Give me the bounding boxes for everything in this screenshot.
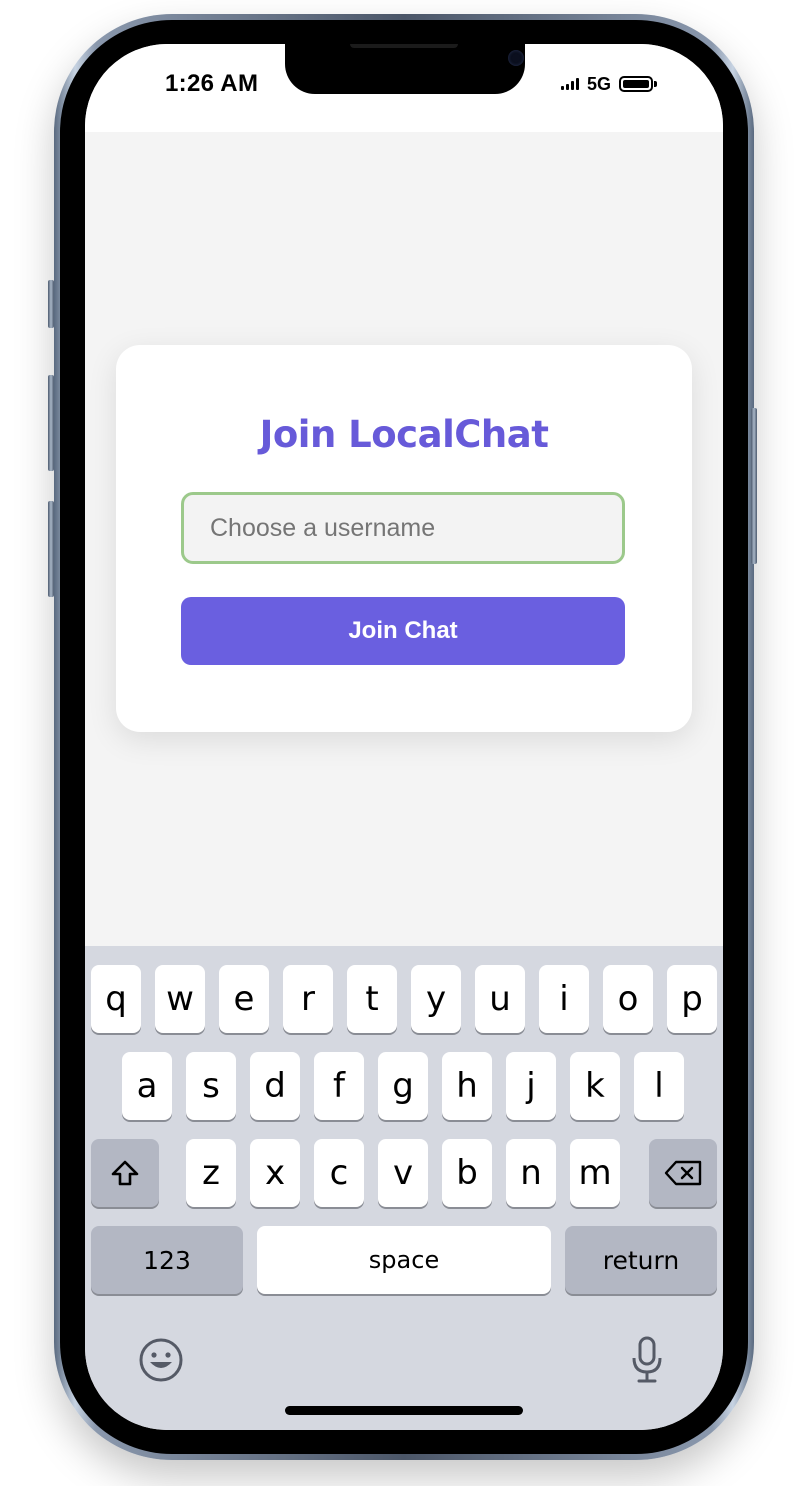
status-bar: 1:26 AM 5G — [85, 44, 723, 132]
space-key[interactable]: space — [257, 1226, 551, 1294]
battery-icon — [619, 76, 654, 92]
power-button — [751, 408, 757, 564]
volume-up-button — [48, 375, 54, 471]
key-n[interactable]: n — [506, 1139, 556, 1207]
on-screen-keyboard: q w e r t y u i o p a s d f g h j k l z … — [85, 946, 723, 1430]
return-key[interactable]: return — [565, 1226, 717, 1294]
earpiece-speaker — [350, 44, 458, 48]
key-p[interactable]: p — [667, 965, 717, 1033]
volume-down-button — [48, 501, 54, 597]
key-m[interactable]: m — [570, 1139, 620, 1207]
key-g[interactable]: g — [378, 1052, 428, 1120]
status-indicators: 5G — [561, 73, 658, 95]
key-y[interactable]: y — [411, 965, 461, 1033]
join-chat-button[interactable]: Join Chat — [181, 597, 625, 665]
key-f[interactable]: f — [314, 1052, 364, 1120]
emoji-smiley-icon — [139, 1338, 183, 1382]
key-z[interactable]: z — [186, 1139, 236, 1207]
dynamic-notch — [285, 44, 525, 94]
battery-tip — [654, 81, 658, 87]
key-k[interactable]: k — [570, 1052, 620, 1120]
key-q[interactable]: q — [91, 965, 141, 1033]
key-s[interactable]: s — [186, 1052, 236, 1120]
key-r[interactable]: r — [283, 965, 333, 1033]
join-card: Join LocalChat Join Chat — [116, 345, 692, 732]
key-x[interactable]: x — [250, 1139, 300, 1207]
key-h[interactable]: h — [442, 1052, 492, 1120]
key-o[interactable]: o — [603, 965, 653, 1033]
key-d[interactable]: d — [250, 1052, 300, 1120]
front-camera-icon — [508, 50, 524, 66]
key-w[interactable]: w — [155, 965, 205, 1033]
action-button — [48, 280, 54, 328]
key-u[interactable]: u — [475, 965, 525, 1033]
delete-key[interactable] — [649, 1139, 717, 1207]
key-e[interactable]: e — [219, 965, 269, 1033]
key-v[interactable]: v — [378, 1139, 428, 1207]
key-t[interactable]: t — [347, 965, 397, 1033]
shift-key[interactable] — [91, 1139, 159, 1207]
key-a[interactable]: a — [122, 1052, 172, 1120]
cellular-signal-icon — [561, 78, 581, 90]
microphone-icon — [632, 1336, 662, 1383]
network-type: 5G — [587, 73, 612, 94]
key-c[interactable]: c — [314, 1139, 364, 1207]
backspace-icon — [664, 1160, 702, 1186]
username-input[interactable] — [181, 492, 625, 564]
key-i[interactable]: i — [539, 965, 589, 1033]
emoji-button[interactable] — [137, 1336, 185, 1384]
phone-screen: 1:26 AM 5G Join LocalChat Join Chat q w … — [85, 44, 723, 1430]
key-l[interactable]: l — [634, 1052, 684, 1120]
key-j[interactable]: j — [506, 1052, 556, 1120]
home-indicator[interactable] — [285, 1406, 523, 1415]
numbers-key[interactable]: 123 — [91, 1226, 243, 1294]
key-b[interactable]: b — [442, 1139, 492, 1207]
card-title: Join LocalChat — [259, 413, 549, 456]
shift-arrow-icon — [111, 1160, 139, 1186]
status-time: 1:26 AM — [165, 70, 259, 97]
dictation-button[interactable] — [623, 1334, 671, 1386]
